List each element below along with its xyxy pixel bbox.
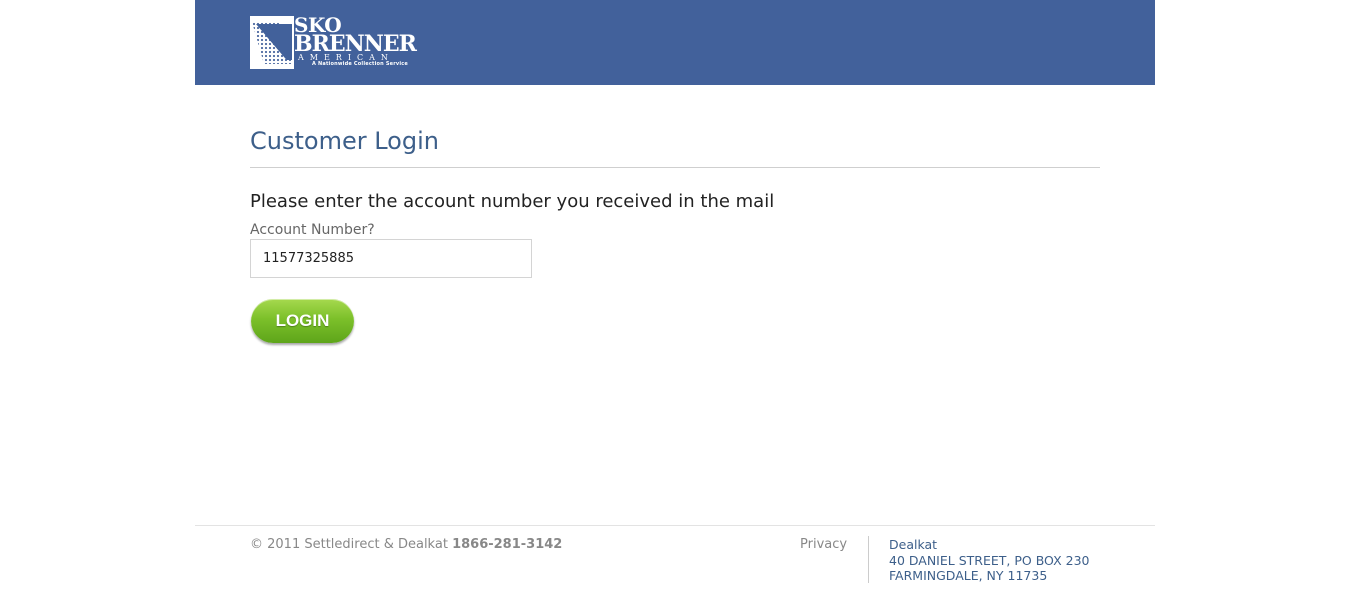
logo-tagline: A Nationwide Collection Service [312, 61, 409, 67]
logo-text: SKO BRENNER AMERICAN A Nationwide Collec… [294, 15, 417, 67]
address-name: Dealkat [889, 537, 938, 552]
privacy-link[interactable]: Privacy [800, 537, 847, 552]
company-address: Dealkat 40 DANIEL STREET, PO BOX 230 FAR… [889, 537, 1089, 584]
address-city: FARMINGDALE, NY 11735 [889, 568, 1048, 583]
copyright-text: © 2011 Settledirect & Dealkat [250, 537, 448, 552]
logo-mark-icon [250, 16, 294, 69]
address-street: 40 DANIEL STREET, PO BOX 230 [889, 552, 1090, 568]
footer-vertical-divider [868, 536, 869, 583]
footer-copyright: © 2011 Settledirect & Dealkat 1866-281-3… [250, 537, 562, 552]
header-banner: SKO BRENNER AMERICAN A Nationwide Collec… [195, 0, 1155, 85]
account-number-label: Account Number? [250, 222, 375, 238]
page-title: Customer Login [250, 127, 439, 155]
title-divider [250, 167, 1100, 168]
logo-line-2: BRENNER [294, 31, 417, 57]
brand-logo[interactable]: SKO BRENNER AMERICAN A Nationwide Collec… [250, 15, 420, 70]
login-instruction: Please enter the account number you rece… [250, 191, 775, 212]
account-number-input[interactable] [250, 239, 532, 278]
page: SKO BRENNER AMERICAN A Nationwide Collec… [0, 0, 1349, 612]
footer-divider [195, 525, 1155, 526]
phone-number: 1866-281-3142 [452, 537, 563, 552]
login-button[interactable]: LOGIN [251, 299, 354, 343]
